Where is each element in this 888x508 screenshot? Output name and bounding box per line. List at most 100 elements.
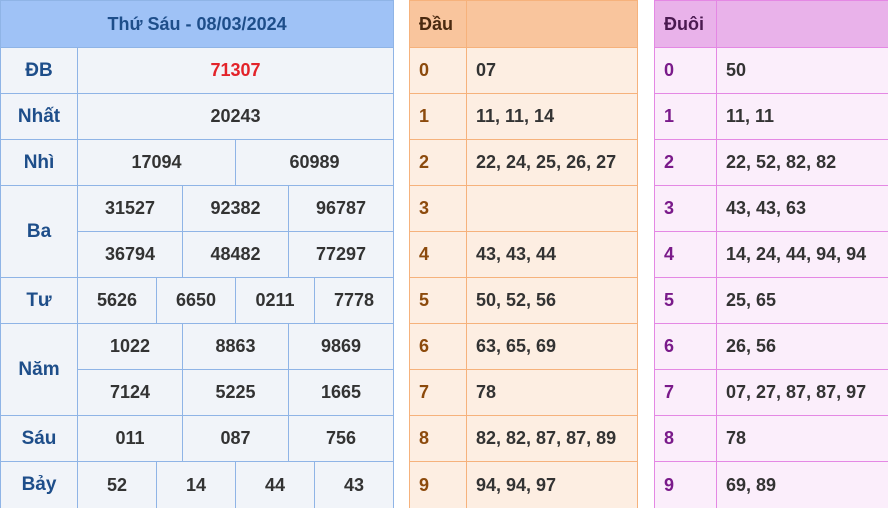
row-digit: 6 xyxy=(654,323,717,370)
table-row: 5 50, 52, 56 xyxy=(409,277,638,324)
prize-label-nhat: Nhất xyxy=(0,93,78,140)
row-digit: 5 xyxy=(654,277,717,324)
row-digit: 2 xyxy=(654,139,717,186)
prize-row-db: ĐB 71307 xyxy=(0,47,395,94)
row-values: 11, 11 xyxy=(716,93,888,140)
table-row: 1 11, 11, 14 xyxy=(409,93,638,140)
row-values: 14, 24, 44, 94, 94 xyxy=(716,231,888,278)
draw-date-title: Thứ Sáu - 08/03/2024 xyxy=(0,0,395,48)
prize-number: 7778 xyxy=(313,277,395,324)
row-values: 22, 52, 82, 82 xyxy=(716,139,888,186)
table-row: 3 xyxy=(409,185,638,232)
table-row: 4 43, 43, 44 xyxy=(409,231,638,278)
row-values: 82, 82, 87, 87, 89 xyxy=(466,415,638,462)
prize-row-nam: Năm 1022 8863 9869 xyxy=(0,323,395,416)
row-values: 69, 89 xyxy=(716,461,888,508)
prize-row-sau: Sáu 011 087 756 xyxy=(0,415,395,462)
results-header-row: Thứ Sáu - 08/03/2024 xyxy=(0,0,395,48)
prize-row-ba: Ba 31527 92382 96787 xyxy=(0,185,395,278)
row-digit: 0 xyxy=(654,47,717,94)
prize-label-nhi: Nhì xyxy=(0,139,78,186)
prize-number: 20243 xyxy=(76,93,395,140)
prize-number: 5626 xyxy=(77,277,157,324)
prize-label-ba: Ba xyxy=(0,185,78,278)
row-values: 63, 65, 69 xyxy=(466,323,638,370)
row-digit: 7 xyxy=(409,369,467,416)
table-row: 7 07, 27, 87, 87, 97 xyxy=(654,369,888,416)
row-digit: 0 xyxy=(409,47,467,94)
prize-label-bay: Bảy xyxy=(0,461,78,508)
prize-number: 48482 xyxy=(182,231,289,278)
row-values: 94, 94, 97 xyxy=(466,461,638,508)
prize-label-db: ĐB xyxy=(0,47,78,94)
table-row: 6 26, 56 xyxy=(654,323,888,370)
row-digit: 6 xyxy=(409,323,467,370)
table-row: 3 43, 43, 63 xyxy=(654,185,888,232)
table-row: 1 11, 11 xyxy=(654,93,888,140)
prize-number: 60989 xyxy=(234,139,395,186)
row-values: 78 xyxy=(716,415,888,462)
prize-row-nhi: Nhì 17094 60989 xyxy=(0,139,395,186)
prize-number: 7124 xyxy=(77,369,183,416)
table-row: 5 25, 65 xyxy=(654,277,888,324)
row-digit: 1 xyxy=(654,93,717,140)
row-values: 43, 43, 44 xyxy=(466,231,638,278)
lottery-results-table: Thứ Sáu - 08/03/2024 ĐB 71307 Nhất 20243… xyxy=(0,0,395,508)
prize-row-bay: Bảy 52 14 44 43 xyxy=(0,461,395,508)
head-digit-header-row: Đầu xyxy=(409,0,638,48)
row-digit: 2 xyxy=(409,139,467,186)
row-values: 07, 27, 87, 87, 97 xyxy=(716,369,888,416)
row-digit: 3 xyxy=(654,185,717,232)
row-digit: 3 xyxy=(409,185,467,232)
head-digit-header-blank xyxy=(466,0,638,48)
row-digit: 4 xyxy=(409,231,467,278)
tail-digit-header: Đuôi xyxy=(654,0,717,48)
table-row: 0 07 xyxy=(409,47,638,94)
row-values: 78 xyxy=(466,369,638,416)
row-digit: 8 xyxy=(654,415,717,462)
prize-number: 087 xyxy=(182,415,289,462)
prize-number: 14 xyxy=(156,461,236,508)
row-digit: 9 xyxy=(409,461,467,508)
prize-number: 9869 xyxy=(287,323,395,370)
table-row: 6 63, 65, 69 xyxy=(409,323,638,370)
row-digit: 9 xyxy=(654,461,717,508)
table-row: 9 94, 94, 97 xyxy=(409,461,638,508)
prize-label-nam: Năm xyxy=(0,323,78,416)
head-digit-table: Đầu 0 07 1 11, 11, 14 2 22, 24, 25, 26, 27 … xyxy=(409,0,638,508)
row-values: 07 xyxy=(466,47,638,94)
prize-number: 17094 xyxy=(77,139,236,186)
prize-number: 8863 xyxy=(182,323,289,370)
prize-number: 31527 xyxy=(77,185,183,232)
table-row: 2 22, 52, 82, 82 xyxy=(654,139,888,186)
table-row: 2 22, 24, 25, 26, 27 xyxy=(409,139,638,186)
row-values: 26, 56 xyxy=(716,323,888,370)
prize-number: 0211 xyxy=(235,277,315,324)
row-digit: 1 xyxy=(409,93,467,140)
special-prize-number: 71307 xyxy=(76,47,395,94)
row-digit: 5 xyxy=(409,277,467,324)
table-row: 4 14, 24, 44, 94, 94 xyxy=(654,231,888,278)
row-values: 50 xyxy=(716,47,888,94)
head-digit-header: Đầu xyxy=(409,0,467,48)
prize-number: 44 xyxy=(235,461,315,508)
prize-number: 6650 xyxy=(156,277,236,324)
prize-number: 1665 xyxy=(287,369,395,416)
row-digit: 7 xyxy=(654,369,717,416)
table-row: 8 78 xyxy=(654,415,888,462)
tail-digit-header-row: Đuôi xyxy=(654,0,888,48)
prize-number: 011 xyxy=(77,415,183,462)
tail-digit-header-blank xyxy=(716,0,888,48)
row-digit: 8 xyxy=(409,415,467,462)
table-row: 8 82, 82, 87, 87, 89 xyxy=(409,415,638,462)
prize-number: 756 xyxy=(287,415,395,462)
prize-number: 43 xyxy=(313,461,395,508)
tail-digit-table: Đuôi 0 50 1 11, 11 2 22, 52, 82, 82 3 43, 43… xyxy=(654,0,888,508)
prize-number: 96787 xyxy=(287,185,395,232)
table-row: 7 78 xyxy=(409,369,638,416)
prize-number: 1022 xyxy=(77,323,183,370)
row-digit: 4 xyxy=(654,231,717,278)
prize-number: 36794 xyxy=(77,231,183,278)
table-row: 0 50 xyxy=(654,47,888,94)
row-values: 25, 65 xyxy=(716,277,888,324)
